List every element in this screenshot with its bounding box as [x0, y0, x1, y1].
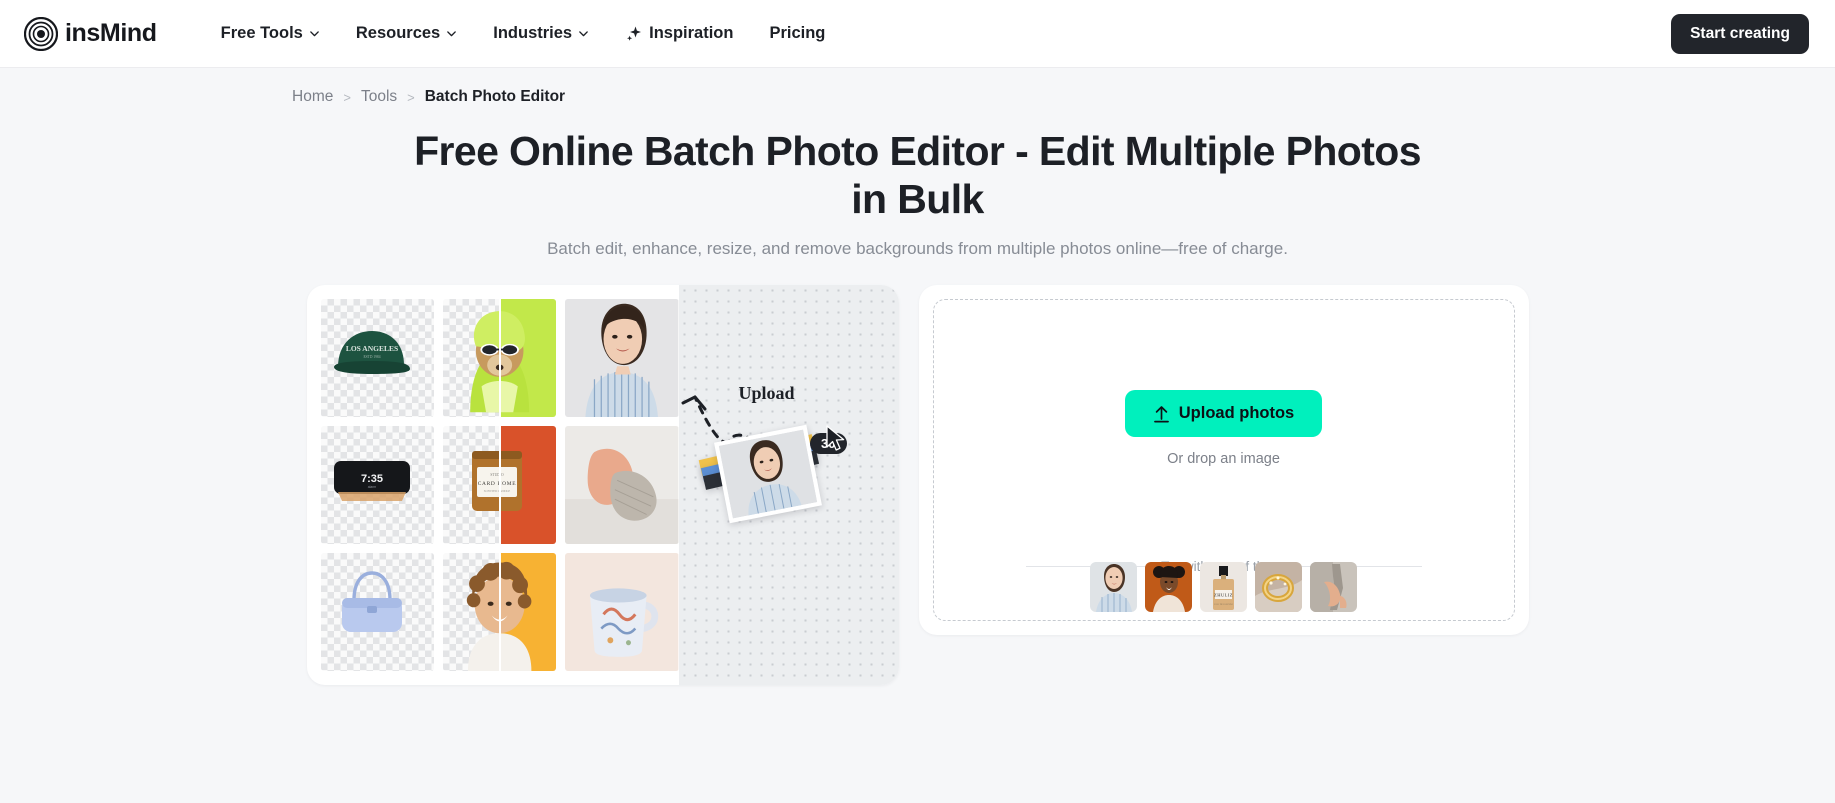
site-header: insMind Free Tools Resources Industries: [0, 0, 1835, 68]
grid-cell-smiling-woman-striped-shirt: [565, 299, 679, 418]
breadcrumb-separator: >: [343, 89, 351, 105]
start-creating-button[interactable]: Start creating: [1671, 13, 1809, 54]
grid-cell-green-baseball-cap: LOS ANGELES ESTD 1984: [320, 299, 434, 418]
concentric-circles-logo-icon: [23, 16, 59, 51]
nav-item-free-tools[interactable]: Free Tools: [221, 24, 320, 43]
svg-text:7:35: 7:35: [361, 473, 383, 485]
sample-thumb-legs-grey-bg[interactable]: [1310, 562, 1357, 613]
svg-text:ESTD 1984: ESTD 1984: [363, 355, 380, 359]
amber-candle-jar-image: STUDIO CARD HOME SCENTED CANDLE: [471, 451, 522, 512]
grid-cell-blue-handbag: [320, 553, 434, 672]
nav-label: Resources: [355, 24, 441, 42]
hero-section: Free Online Batch Photo Editor - Edit Mu…: [0, 106, 1835, 259]
split-divider: [499, 426, 502, 545]
page-subtitle: Batch edit, enhance, resize, and remove …: [547, 239, 1288, 259]
grid-cell-black-alarm-clock: 7:35 alarm: [320, 426, 434, 545]
nav-item-inspiration[interactable]: Inspiration: [625, 24, 733, 43]
nav-item-pricing[interactable]: Pricing: [769, 24, 825, 43]
patterned-coffee-mug-image: [565, 553, 679, 672]
grid-cell-curly-haired-child: [442, 553, 557, 672]
sparkle-icon: [625, 25, 643, 43]
svg-text:ZHULIZ: ZHULIZ: [1214, 592, 1233, 597]
breadcrumb-home[interactable]: Home: [292, 88, 333, 106]
sample-thumb-perfume-bottle[interactable]: ZHULIZ EAU DE PARFUM: [1200, 562, 1247, 613]
svg-text:SCENTED CANDLE: SCENTED CANDLE: [484, 489, 511, 493]
sample-grid-pane: LOS ANGELES ESTD 1984 7:35 alarm STUDIO …: [307, 285, 679, 685]
nav-item-resources[interactable]: Resources: [356, 24, 457, 43]
upload-label: Upload: [738, 383, 795, 404]
nav-label: Inspiration: [649, 24, 734, 42]
svg-text:alarm: alarm: [368, 485, 377, 489]
breadcrumb-current: Batch Photo Editor: [424, 88, 566, 105]
sample-thumb-gold-ring[interactable]: [1255, 562, 1302, 613]
breadcrumb-tools[interactable]: Tools: [361, 88, 397, 106]
nav-label: Free Tools: [220, 24, 303, 42]
nav-label: Industries: [493, 24, 573, 42]
breadcrumb-separator: >: [407, 89, 415, 105]
svg-text:CARD HOME: CARD HOME: [478, 481, 517, 487]
showcase-card: LOS ANGELES ESTD 1984 7:35 alarm STUDIO …: [306, 285, 899, 686]
breadcrumb: Home > Tools > Batch Photo Editor: [0, 68, 1835, 106]
sample-woman-striped-shirt-image: [1090, 562, 1137, 613]
knit-shoes-image: [565, 426, 679, 545]
logo-text: insMind: [65, 19, 157, 47]
blue-handbag-image: [342, 570, 403, 632]
split-divider: [499, 299, 502, 418]
sample-thumb-woman-orange-bg[interactable]: [1145, 562, 1192, 613]
logo[interactable]: insMind: [23, 16, 157, 51]
smiling-woman-image: [565, 299, 679, 418]
sample-thumb-woman-striped-shirt[interactable]: [1090, 562, 1137, 613]
upload-arrow-icon: [1153, 405, 1169, 423]
sample-woman-orange-bg-image: [1145, 562, 1192, 613]
chevron-down-icon: [309, 28, 320, 39]
sample-perfume-bottle-image: ZHULIZ EAU DE PARFUM: [1200, 562, 1247, 613]
drop-hint-text: Or drop an image: [1167, 451, 1280, 468]
mouse-pointer-icon: [825, 425, 844, 451]
split-divider: [499, 553, 502, 672]
grid-cell-knit-shoes-product: [565, 426, 679, 545]
sample-thumbnails: ZHULIZ EAU DE PARFUM: [934, 562, 1514, 613]
svg-text:STUDIO: STUDIO: [490, 473, 504, 477]
page-title: Free Online Batch Photo Editor - Edit Mu…: [414, 128, 1421, 222]
dropzone[interactable]: Upload photos Or drop an image Try with …: [932, 299, 1515, 622]
main-nav: Free Tools Resources Industries Inspirat…: [221, 24, 826, 43]
nav-label: Pricing: [769, 24, 826, 42]
nav-item-industries[interactable]: Industries: [493, 24, 589, 43]
black-alarm-clock-image: 7:35 alarm: [333, 461, 410, 502]
sample-legs-grey-bg-image: [1310, 562, 1357, 613]
upload-illustration-pane: Upload 30: [678, 285, 899, 686]
stack-photo-woman-image: [718, 429, 817, 519]
upload-photos-button[interactable]: Upload photos: [1124, 390, 1323, 438]
uploader-card: Upload photos Or drop an image Try with …: [918, 285, 1529, 636]
sample-grid: LOS ANGELES ESTD 1984 7:35 alarm STUDIO …: [320, 299, 679, 672]
grid-cell-patterned-coffee-mug: [565, 553, 679, 672]
green-baseball-cap-image: LOS ANGELES ESTD 1984: [333, 331, 410, 375]
sample-gold-ring-image: [1255, 562, 1302, 613]
grid-cell-dog-in-green-scarf: [442, 299, 557, 418]
photo-stack: 30: [698, 413, 849, 533]
chevron-down-icon: [446, 28, 457, 39]
svg-text:EAU DE PARFUM: EAU DE PARFUM: [1214, 603, 1232, 606]
upload-photos-label: Upload photos: [1178, 404, 1295, 423]
chevron-down-icon: [578, 28, 589, 39]
svg-text:LOS ANGELES: LOS ANGELES: [345, 344, 397, 353]
grid-cell-amber-candle-jar: STUDIO CARD HOME SCENTED CANDLE: [442, 426, 557, 545]
main-panels: LOS ANGELES ESTD 1984 7:35 alarm STUDIO …: [0, 285, 1835, 686]
stack-photo-top: [713, 424, 822, 524]
